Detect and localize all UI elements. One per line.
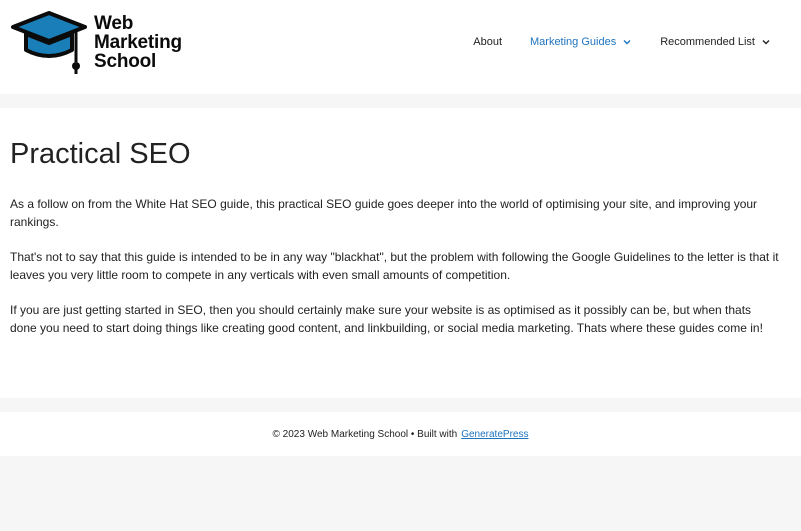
nav-item-label: Marketing Guides bbox=[530, 36, 617, 48]
nav-item-about[interactable]: About bbox=[473, 36, 502, 48]
article-paragraph-1: As a follow on from the White Hat SEO gu… bbox=[10, 197, 758, 229]
site-header: Web Marketing School About Marketing Gui… bbox=[0, 0, 801, 94]
chevron-down-icon bbox=[623, 40, 631, 45]
article-content: Practical SEO As a follow on from the Wh… bbox=[0, 108, 801, 398]
article-paragraph-2: That's not to say that this guide is int… bbox=[10, 250, 779, 282]
footer-generatepress-link[interactable]: GeneratePress bbox=[461, 429, 528, 440]
nav-item-label: Recommended List bbox=[660, 36, 755, 48]
nav-item-recommended-list[interactable]: Recommended List bbox=[660, 36, 771, 48]
logo-line-3: School bbox=[94, 51, 157, 72]
logo-line-2: Marketing bbox=[94, 32, 182, 53]
chevron-down-icon bbox=[762, 40, 770, 45]
page-title: Practical SEO bbox=[10, 138, 191, 170]
main-navigation: About Marketing Guides Recommended List bbox=[445, 36, 771, 48]
article-paragraph-3: If you are just getting started in SEO, … bbox=[10, 303, 763, 335]
site-footer: © 2023 Web Marketing School • Built with… bbox=[0, 412, 801, 456]
footer-copyright: © 2023 Web Marketing School • Built with bbox=[272, 428, 458, 440]
site-logo[interactable]: Web Marketing School bbox=[10, 10, 200, 78]
logo-line-1: Web bbox=[94, 13, 134, 34]
logo-wordmark: Web Marketing School bbox=[94, 14, 182, 71]
nav-item-marketing-guides[interactable]: Marketing Guides bbox=[530, 36, 632, 48]
nav-item-label: About bbox=[473, 36, 502, 48]
graduation-cap-icon bbox=[11, 11, 87, 74]
